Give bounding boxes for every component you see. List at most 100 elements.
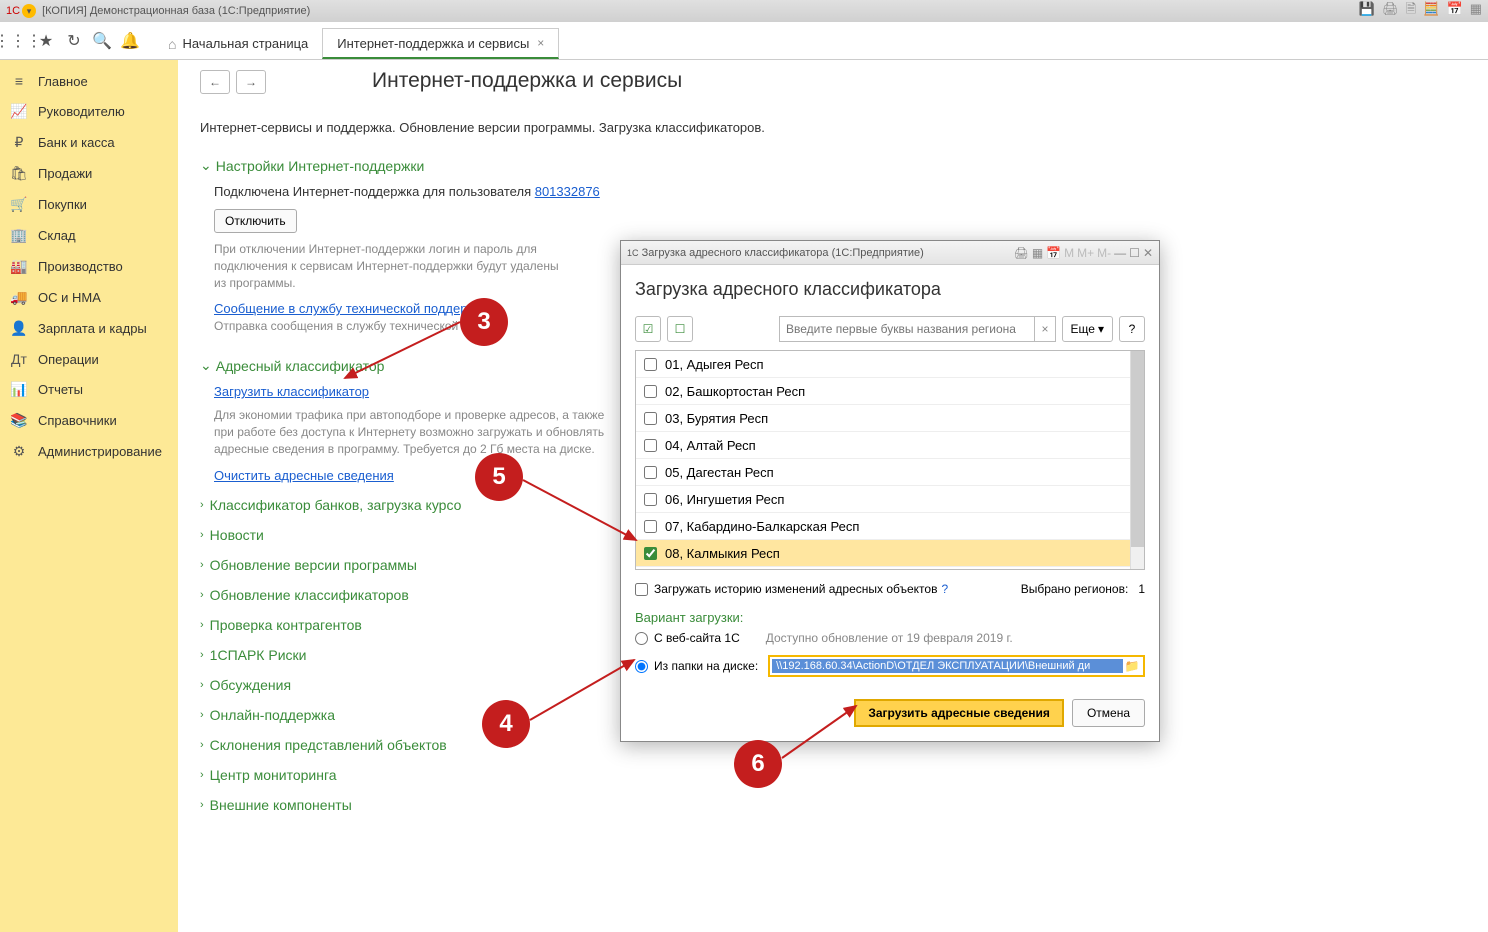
sidebar-item[interactable]: 📈Руководителю — [0, 96, 178, 127]
sidebar-item-label: Администрирование — [38, 444, 162, 459]
user-id-link[interactable]: 801332876 — [535, 184, 600, 199]
region-row[interactable]: 05, Дагестан Респ — [636, 459, 1144, 486]
nav-icon: ⚙ — [10, 443, 28, 460]
support-message-link[interactable]: Сообщение в службу технической поддержки — [214, 301, 489, 316]
address-classifier-dialog: 1C Загрузка адресного классификатора (1С… — [620, 240, 1160, 742]
region-checkbox[interactable] — [644, 547, 657, 560]
region-label: 08, Калмыкия Респ — [665, 546, 780, 561]
availability-info: Доступно обновление от 19 февраля 2019 г… — [766, 631, 1013, 645]
region-row[interactable]: 06, Ингушетия Респ — [636, 486, 1144, 513]
clear-search-icon[interactable]: × — [1034, 316, 1056, 342]
radio-from-disk[interactable] — [635, 660, 648, 673]
history-icon[interactable]: ↻ — [62, 29, 86, 53]
sidebar-item[interactable]: ≡Главное — [0, 66, 178, 96]
modal-titlebar: 1C Загрузка адресного классификатора (1С… — [621, 241, 1159, 265]
print-icon[interactable]: 🖨 — [1014, 246, 1029, 260]
print-icon[interactable]: 🖨 — [1382, 1, 1399, 16]
tab-home[interactable]: ⌂ Начальная страница — [154, 28, 322, 59]
sidebar-item[interactable]: 🏭Производство — [0, 251, 178, 282]
region-search-input[interactable] — [779, 316, 1056, 342]
disconnect-button[interactable]: Отключить — [214, 209, 297, 233]
sidebar-item[interactable]: 👤Зарплата и кадры — [0, 313, 178, 344]
section2-title: Адресный классификатор — [216, 358, 385, 374]
region-checkbox[interactable] — [644, 439, 657, 452]
search-icon[interactable]: 🔍 — [90, 29, 114, 53]
region-list: 01, Адыгея Респ02, Башкортостан Респ03, … — [635, 350, 1145, 570]
load-history-checkbox[interactable] — [635, 583, 648, 596]
dropdown-icon[interactable]: ▾ — [22, 4, 36, 18]
radio-from-web[interactable] — [635, 632, 648, 645]
chevron-right-icon: › — [200, 709, 204, 721]
tab-internet-support[interactable]: Интернет-поддержка и сервисы × — [322, 28, 559, 59]
load-classifier-link[interactable]: Загрузить классификатор — [214, 384, 369, 399]
section-expander[interactable]: ›Центр мониторинга — [200, 767, 1466, 783]
sidebar-item[interactable]: ₽Банк и касса — [0, 127, 178, 158]
close-icon[interactable]: ✕ — [1143, 246, 1153, 260]
sidebar-item[interactable]: 🏢Склад — [0, 220, 178, 251]
calendar-icon[interactable]: 📅 — [1046, 246, 1061, 260]
save-icon[interactable]: 💾 — [1359, 1, 1375, 16]
clear-address-link[interactable]: Очистить адресные сведения — [214, 468, 394, 483]
region-row[interactable]: 07, Кабардино-Балкарская Респ — [636, 513, 1144, 540]
grid-icon[interactable]: ▦ — [1032, 246, 1043, 260]
sidebar-item[interactable]: 🛒Покупки — [0, 189, 178, 220]
sidebar-item[interactable]: ДтОперации — [0, 344, 178, 374]
region-row[interactable]: 02, Башкортостан Респ — [636, 378, 1144, 405]
region-checkbox[interactable] — [644, 412, 657, 425]
sidebar-item[interactable]: 📊Отчеты — [0, 374, 178, 405]
region-row[interactable]: 08, Калмыкия Респ — [636, 540, 1144, 567]
sidebar-item[interactable]: 🚚ОС и НМА — [0, 282, 178, 313]
uncheck-all-button[interactable]: ☐ — [667, 316, 693, 342]
region-checkbox[interactable] — [644, 520, 657, 533]
region-row[interactable]: 01, Адыгея Респ — [636, 351, 1144, 378]
region-label: 06, Ингушетия Респ — [665, 492, 784, 507]
scrollbar[interactable] — [1130, 351, 1144, 569]
help-icon[interactable]: ? — [941, 582, 948, 596]
chevron-down-icon: ⌄ — [200, 157, 212, 174]
apps-icon[interactable]: ⋮⋮⋮ — [6, 29, 30, 53]
region-checkbox[interactable] — [644, 358, 657, 371]
help-button[interactable]: ? — [1119, 316, 1145, 342]
sidebar: ≡Главное📈Руководителю₽Банк и касса🛍Прода… — [0, 60, 178, 932]
nav-icon: 📈 — [10, 103, 28, 120]
star-icon[interactable]: ★ — [34, 29, 58, 53]
calc-icon[interactable]: 🧮 — [1423, 1, 1439, 16]
region-row[interactable]: 03, Бурятия Респ — [636, 405, 1144, 432]
sidebar-item-label: Склад — [38, 228, 76, 243]
m-icon[interactable]: M — [1064, 246, 1074, 260]
forward-button[interactable]: → — [236, 70, 266, 94]
load-addresses-button[interactable]: Загрузить адресные сведения — [854, 699, 1064, 727]
mplus-icon[interactable]: M+ — [1077, 246, 1094, 260]
more-button[interactable]: Еще▾ — [1062, 316, 1113, 342]
section-internet-settings[interactable]: ⌄ Настройки Интернет-поддержки — [200, 157, 1466, 174]
chevron-right-icon: › — [200, 559, 204, 571]
calendar-icon[interactable]: 📅 — [1446, 1, 1462, 16]
cancel-button[interactable]: Отмена — [1072, 699, 1145, 727]
sidebar-item[interactable]: ⚙ Администрирование — [0, 436, 178, 467]
region-checkbox[interactable] — [644, 385, 657, 398]
region-checkbox[interactable] — [644, 493, 657, 506]
chevron-down-icon: ▾ — [1098, 322, 1104, 336]
region-checkbox[interactable] — [644, 466, 657, 479]
sidebar-item[interactable]: 📚Справочники — [0, 405, 178, 436]
check-all-button[interactable]: ☑ — [635, 316, 661, 342]
folder-icon[interactable]: 📁 — [1123, 659, 1141, 673]
scrollbar-thumb[interactable] — [1131, 351, 1144, 547]
back-button[interactable]: ← — [200, 70, 230, 94]
more-label: Еще — [1071, 322, 1095, 336]
doc-icon[interactable]: 🗎 — [1406, 1, 1416, 16]
maximize-icon[interactable]: ☐ — [1129, 246, 1140, 260]
sidebar-item[interactable]: 🛍Продажи — [0, 158, 178, 189]
minimize-icon[interactable]: — — [1114, 246, 1126, 260]
path-input[interactable]: \\192.168.60.34\ActionD\ОТДЕЛ ЭКСПЛУАТАЦ… — [772, 659, 1123, 673]
support-hint: Отправка сообщения в службу технической — [214, 318, 489, 335]
path-input-wrap: \\192.168.60.34\ActionD\ОТДЕЛ ЭКСПЛУАТАЦ… — [768, 655, 1145, 677]
modal-footer: Загрузить адресные сведения Отмена — [635, 699, 1145, 727]
mminus-icon[interactable]: M- — [1097, 246, 1111, 260]
close-icon[interactable]: × — [537, 36, 544, 50]
region-row[interactable]: 04, Алтай Респ — [636, 432, 1144, 459]
expander-label: Склонения представлений объектов — [210, 737, 447, 753]
grid-icon[interactable]: ▦ — [1470, 1, 1482, 16]
bell-icon[interactable]: 🔔 — [118, 29, 142, 53]
section-expander[interactable]: ›Внешние компоненты — [200, 797, 1466, 813]
